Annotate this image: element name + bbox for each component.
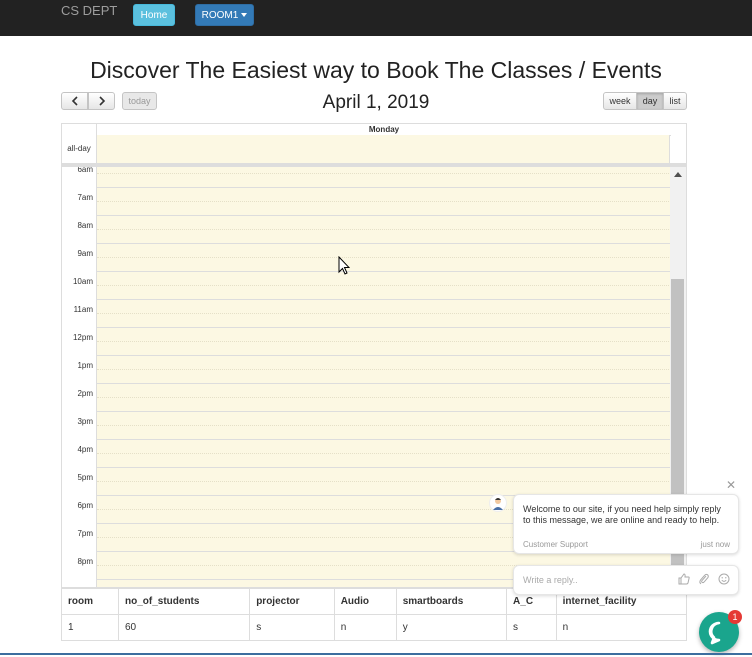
time-label: 6pm — [77, 501, 93, 510]
agent-avatar-icon — [489, 494, 507, 512]
column-header: no_of_students — [117, 588, 251, 615]
caret-down-icon — [241, 13, 248, 17]
week-view-button[interactable]: week — [603, 92, 637, 110]
slot-line — [97, 201, 670, 202]
time-label: 10am — [72, 277, 93, 286]
mouse-cursor-icon — [338, 256, 350, 275]
emoji-icon[interactable] — [718, 573, 730, 585]
scroll-up-arrow-icon[interactable] — [674, 172, 682, 177]
slot-line — [97, 467, 670, 468]
slot-line — [97, 313, 670, 314]
chat-message-text: Welcome to our site, if you need help si… — [523, 504, 721, 525]
day-view-button[interactable]: day — [636, 92, 664, 110]
time-label: 3pm — [77, 417, 93, 426]
table-cell: n — [555, 614, 688, 641]
time-label: 4pm — [77, 445, 93, 454]
time-label: 9am — [77, 249, 93, 258]
time-label: 8am — [77, 221, 93, 230]
page-title: Discover The Easiest way to Book The Cla… — [90, 57, 662, 83]
table-cell: 60 — [117, 614, 251, 641]
attachment-icon[interactable] — [698, 573, 710, 585]
top-navbar: CS DEPT Home ROOM1 — [0, 0, 752, 36]
slot-line — [97, 453, 670, 454]
room-dropdown-button[interactable]: ROOM1 — [195, 4, 254, 26]
chat-close-icon[interactable]: ✕ — [726, 478, 736, 492]
time-label: 8pm — [77, 557, 93, 566]
table-cell: n — [333, 614, 397, 641]
table-cell: s — [506, 614, 557, 641]
column-header: projector — [249, 588, 335, 615]
slot-line — [97, 327, 670, 328]
time-label: 1pm — [77, 361, 93, 370]
slot-line — [97, 215, 670, 216]
table-row: 1 60 s n y s n — [61, 614, 688, 641]
chat-message-bubble: Welcome to our site, if you need help si… — [513, 494, 739, 554]
allday-cell[interactable] — [96, 135, 670, 163]
allday-label: all-day — [67, 144, 91, 153]
slot-line — [97, 411, 670, 412]
slot-line — [97, 299, 670, 300]
table-cell: s — [249, 614, 335, 641]
time-label: 11am — [73, 305, 93, 314]
time-label: 7am — [77, 193, 93, 202]
room-label: ROOM1 — [201, 9, 239, 21]
chat-reply-input[interactable]: Write a reply.. — [513, 565, 739, 595]
time-label: 5pm — [77, 473, 93, 482]
room-table: room no_of_students projector Audio smartboa… — [61, 588, 688, 641]
slot-line — [97, 355, 670, 356]
column-header: room — [61, 588, 119, 615]
chat-time: just now — [700, 540, 730, 549]
slot-line — [97, 285, 670, 286]
slot-line — [97, 383, 670, 384]
thumbs-up-icon[interactable] — [678, 573, 690, 585]
reply-placeholder: Write a reply.. — [523, 575, 578, 585]
slot-line — [97, 397, 670, 398]
time-label: 2pm — [77, 389, 93, 398]
slot-line — [97, 439, 670, 440]
time-label: 7pm — [77, 529, 93, 538]
time-label: 6am — [77, 167, 93, 174]
slot-line — [97, 271, 670, 272]
slot-line — [97, 173, 670, 174]
slot-line — [97, 369, 670, 370]
unread-count-badge: 1 — [728, 610, 742, 624]
table-body: 1 60 s n y s n — [61, 614, 688, 641]
slot-line — [97, 243, 670, 244]
chat-sender: Customer Support — [523, 540, 588, 549]
slot-line — [97, 257, 670, 258]
slot-line — [97, 341, 670, 342]
slot-line — [97, 425, 670, 426]
slot-line — [97, 229, 670, 230]
column-header: Audio — [333, 588, 397, 615]
table-cell: y — [395, 614, 508, 641]
slot-line — [97, 481, 670, 482]
time-label: 12pm — [72, 333, 93, 342]
home-button[interactable]: Home — [133, 4, 175, 26]
brand-label[interactable]: CS DEPT — [61, 3, 117, 18]
list-view-button[interactable]: list — [663, 92, 687, 110]
column-header: smartboards — [395, 588, 508, 615]
slot-line — [97, 187, 670, 188]
table-cell: 1 — [61, 614, 119, 641]
